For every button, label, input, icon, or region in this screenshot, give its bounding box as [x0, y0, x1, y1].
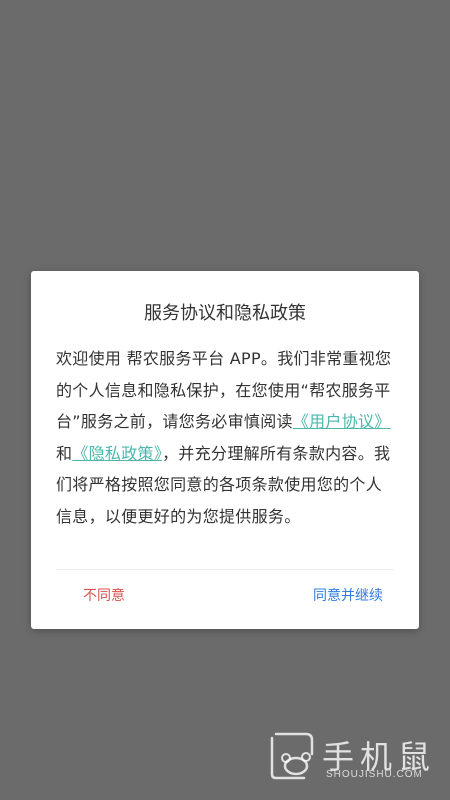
watermark-site: SHOUJISHU.COM [326, 769, 423, 780]
dialog-body: 欢迎使用 帮农服务平台 APP。我们非常重视您的个人信息和隐私保护，在您使用“帮… [56, 343, 397, 532]
watermark: 手机鼠 SHOUJISHU.COM [266, 730, 436, 790]
body-text-conjunction: 和 [56, 443, 73, 463]
agreement-dialog: 服务协议和隐私政策 欢迎使用 帮农服务平台 APP。我们非常重视您的个人信息和隐… [31, 271, 419, 629]
agree-continue-button[interactable]: 同意并继续 [309, 583, 387, 607]
disagree-button[interactable]: 不同意 [79, 583, 129, 607]
dialog-title: 服务协议和隐私政策 [144, 303, 306, 324]
privacy-policy-link[interactable]: 《隐私政策》 [72, 444, 162, 463]
mouse-logo-icon [270, 732, 314, 780]
dialog-divider [56, 569, 394, 570]
user-agreement-link[interactable]: 《用户协议》 [293, 412, 391, 431]
